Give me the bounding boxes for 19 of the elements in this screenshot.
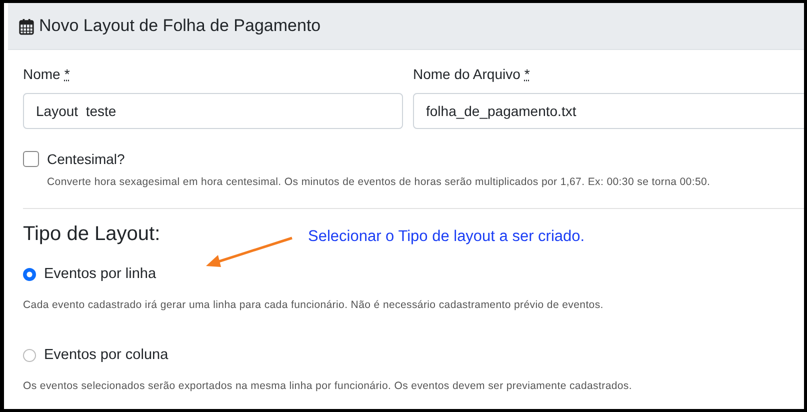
section-heading: Tipo de Layout: [23,223,160,246]
checkbox[interactable] [23,151,39,167]
radio-label: Eventos por coluna [44,347,168,363]
help-text: Converte hora sexagesimal em hora centesimal. Os minutos de eventos de horas serão multiplicados por 1,67. Ex: 00:30 se torna 00:50. [47,176,712,188]
checkbox-label: Centesimal? [47,151,125,167]
page-title: Novo Layout de Folha de Pagamento [39,16,321,36]
annotation-text: Selecionar o Tipo de layout a ser criado. [308,228,585,246]
required-mark: * [64,66,70,84]
radio-button[interactable] [23,348,36,362]
help-text: Os eventos selecionados serão exportados na mesma linha por funcionário. Os eventos devem ser previamente cadastrados. [23,380,634,392]
radio-button[interactable] [23,268,36,280]
field-label: Nome [23,66,60,84]
input-field[interactable]: folha_de_pagamento.txt [413,93,804,129]
calendar-icon [19,18,34,34]
radio-label: Eventos por linha [44,266,156,282]
required-mark: * [524,66,530,84]
input-field[interactable]: Layout teste [23,93,403,129]
help-text: Cada evento cadastrado irá gerar uma linha para cada funcionário. Não é necessário cadastramento prévio de eventos. [23,299,604,311]
field-label: Nome do Arquivo [413,66,520,84]
